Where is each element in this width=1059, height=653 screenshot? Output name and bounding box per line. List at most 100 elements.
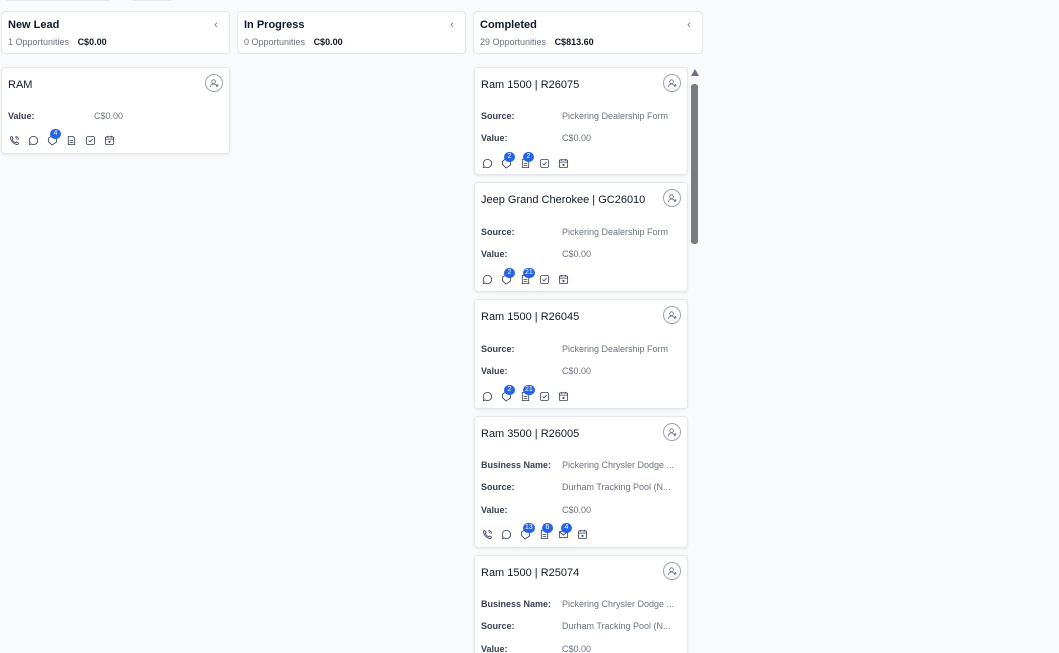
- value-label: Value:: [8, 111, 35, 121]
- tag-count-badge: 2: [504, 385, 515, 395]
- column-title: In Progress: [244, 19, 305, 31]
- note-count-badge: 2: [523, 152, 534, 162]
- phone-icon[interactable]: [8, 134, 20, 146]
- column-header-completed: Completed ‹ 29 Opportunities C$813.60: [473, 11, 703, 54]
- column-title: New Lead: [8, 19, 60, 31]
- top-tab-stub[interactable]: [131, 0, 173, 1]
- chevron-left-icon[interactable]: ‹: [684, 20, 694, 31]
- card-actions: 13 6 4: [481, 523, 595, 540]
- chevron-left-icon[interactable]: ‹: [211, 20, 221, 31]
- user-add-icon[interactable]: [663, 306, 681, 324]
- tag-count-badge: 2: [504, 268, 515, 278]
- user-add-icon[interactable]: [663, 189, 681, 207]
- value-label: Value:: [481, 249, 508, 259]
- opportunity-count: 0 Opportunities: [244, 37, 306, 47]
- top-tab-stub[interactable]: [5, 0, 111, 1]
- calendar-icon[interactable]: [557, 273, 569, 285]
- tag-icon[interactable]: 2: [500, 385, 515, 402]
- task-icon[interactable]: [538, 273, 550, 285]
- value-amount: C$0.00: [562, 366, 592, 376]
- scroll-up-arrow-icon[interactable]: [691, 69, 699, 76]
- note-icon[interactable]: 6: [538, 523, 553, 540]
- source-label: Source:: [481, 621, 515, 631]
- business-label: Business Name:: [481, 460, 552, 470]
- chat-icon[interactable]: [481, 390, 493, 402]
- opportunity-card[interactable]: RAM Value: C$0.00 4: [1, 67, 230, 154]
- value-label: Value:: [481, 366, 508, 376]
- chat-icon[interactable]: [500, 528, 512, 540]
- source-label: Source:: [481, 482, 515, 492]
- column-amount: C$0.00: [77, 37, 107, 47]
- note-icon[interactable]: [65, 134, 77, 146]
- tag-icon[interactable]: 2: [500, 152, 515, 169]
- column-header-new-lead: New Lead ‹ 1 Opportunities C$0.00: [1, 11, 230, 54]
- opportunity-count: 1 Opportunities: [8, 37, 70, 47]
- card-actions: 2 21: [481, 268, 576, 285]
- opportunity-card[interactable]: Ram 1500 | R25074 Business Name: Pickeri…: [474, 555, 688, 653]
- calendar-icon[interactable]: [557, 157, 569, 169]
- tag-count-badge: 4: [50, 129, 61, 139]
- value-label: Value:: [481, 644, 508, 653]
- task-icon[interactable]: [538, 390, 550, 402]
- opportunity-card[interactable]: Ram 1500 | R26075 Source: Pickering Deal…: [474, 67, 688, 175]
- chevron-left-icon[interactable]: ‹: [447, 20, 457, 31]
- note-icon[interactable]: 2: [519, 152, 534, 169]
- chat-icon[interactable]: [27, 134, 39, 146]
- column-header-in-progress: In Progress ‹ 0 Opportunities C$0.00: [237, 11, 466, 54]
- column-scrollbar[interactable]: [690, 68, 699, 653]
- tag-icon[interactable]: 13: [519, 523, 535, 540]
- tag-icon[interactable]: 2: [500, 268, 515, 285]
- business-label: Business Name:: [481, 599, 552, 609]
- opportunity-card[interactable]: Jeep Grand Cherokee | GC26010 Source: Pi…: [474, 182, 688, 292]
- column-meta: 29 Opportunities C$813.60: [480, 37, 696, 47]
- business-value: Pickering Chrysler Dodge ...: [562, 460, 675, 470]
- note-icon[interactable]: 21: [519, 268, 535, 285]
- value-label: Value:: [481, 133, 508, 143]
- business-value: Pickering Chrysler Dodge ...: [562, 599, 675, 609]
- chat-icon[interactable]: [481, 273, 493, 285]
- mail-icon[interactable]: 4: [557, 523, 572, 540]
- user-add-icon[interactable]: [663, 423, 681, 441]
- note-count-badge: 21: [523, 385, 535, 395]
- value-amount: C$0.00: [562, 505, 592, 515]
- source-value: Pickering Dealership Form: [562, 111, 669, 121]
- note-count-badge: 21: [523, 268, 535, 278]
- card-title: Ram 1500 | R25074: [481, 567, 580, 579]
- tag-icon[interactable]: 4: [46, 129, 61, 146]
- source-label: Source:: [481, 344, 515, 354]
- value-label: Value:: [481, 505, 508, 515]
- source-value: Durham Tracking Pool (N...: [562, 482, 671, 492]
- chat-icon[interactable]: [481, 157, 493, 169]
- card-actions: 4: [8, 129, 122, 146]
- opportunity-card[interactable]: Ram 1500 | R26045 Source: Pickering Deal…: [474, 299, 688, 409]
- value-amount: C$0.00: [562, 644, 592, 653]
- mail-count-badge: 4: [561, 523, 572, 533]
- card-actions: 2 2: [481, 152, 576, 169]
- source-label: Source:: [481, 111, 515, 121]
- calendar-icon[interactable]: [576, 528, 588, 540]
- task-icon[interactable]: [538, 157, 550, 169]
- calendar-icon[interactable]: [103, 134, 115, 146]
- card-title: Ram 1500 | R26075: [481, 79, 580, 91]
- note-count-badge: 6: [542, 523, 553, 533]
- column-amount: C$0.00: [313, 37, 343, 47]
- user-add-icon[interactable]: [663, 74, 681, 92]
- source-value: Durham Tracking Pool (N...: [562, 621, 671, 631]
- task-icon[interactable]: [84, 134, 96, 146]
- phone-icon[interactable]: [481, 528, 493, 540]
- note-icon[interactable]: 21: [519, 385, 535, 402]
- source-value: Pickering Dealership Form: [562, 227, 669, 237]
- value-amount: C$0.00: [562, 133, 592, 143]
- source-label: Source:: [481, 227, 515, 237]
- user-add-icon[interactable]: [205, 74, 223, 92]
- calendar-icon[interactable]: [557, 390, 569, 402]
- card-actions: 2 21: [481, 385, 576, 402]
- source-value: Pickering Dealership Form: [562, 344, 669, 354]
- column-meta: 0 Opportunities C$0.00: [244, 37, 459, 47]
- opportunity-card[interactable]: Ram 3500 | R26005 Business Name: Pickeri…: [474, 416, 688, 548]
- tag-count-badge: 2: [504, 152, 515, 162]
- column-meta: 1 Opportunities C$0.00: [8, 37, 223, 47]
- scroll-thumb[interactable]: [691, 84, 698, 244]
- user-add-icon[interactable]: [663, 562, 681, 580]
- card-title: Ram 3500 | R26005: [481, 428, 580, 440]
